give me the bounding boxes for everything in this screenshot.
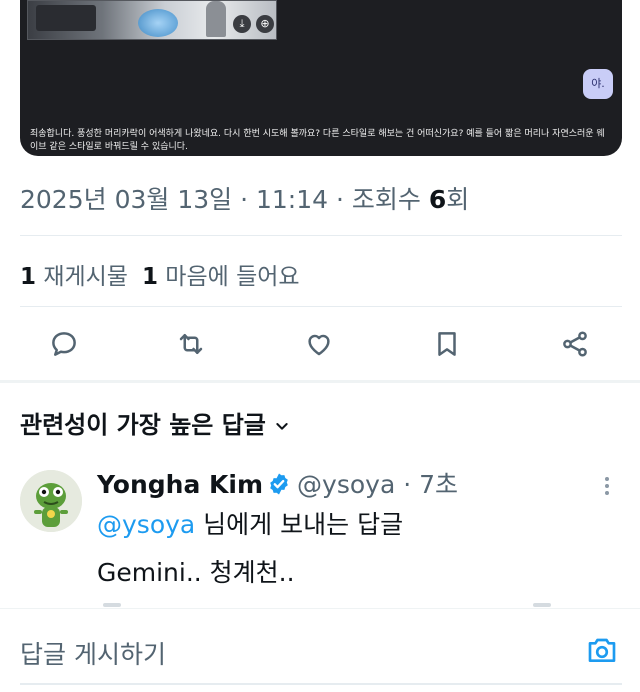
reply-sort-selector[interactable]: 관련성이 가장 높은 답글 bbox=[20, 405, 290, 440]
reply-header: Yongha Kim @ysoya · 7초 bbox=[97, 465, 458, 502]
reply-body: Gemini.. 청계천.. bbox=[97, 558, 295, 587]
thumbnail-glow-shape bbox=[138, 9, 178, 37]
embedded-media-card[interactable]: ⤓ ⊕ 야. 죄송합니다. 풍성한 머리카락이 어색하게 나왔네요. 다시 한번… bbox=[20, 0, 622, 156]
reply-input[interactable]: 답글 게시하기 bbox=[20, 635, 166, 671]
likes-stat[interactable]: 1 마음에 들어요 bbox=[142, 264, 300, 290]
gemini-response-text: 죄송합니다. 풍성한 머리카락이 어색하게 나왔네요. 다시 한번 시도해 볼까… bbox=[30, 129, 605, 152]
chevron-down-icon bbox=[274, 412, 290, 440]
meta-separator: · bbox=[395, 470, 420, 499]
reposts-stat[interactable]: 1 재게시물 bbox=[20, 264, 128, 290]
reply-timestamp[interactable]: 7초 bbox=[419, 470, 458, 499]
share-icon bbox=[563, 331, 587, 357]
frog-character-avatar-icon bbox=[20, 470, 82, 532]
divider bbox=[20, 235, 622, 236]
sort-label: 관련성이 가장 높은 답글 bbox=[20, 411, 266, 439]
add-photo-button[interactable] bbox=[586, 635, 618, 669]
replying-to-line: @ysoya 님에게 보내는 답글 bbox=[97, 505, 403, 541]
reply-button[interactable] bbox=[44, 322, 84, 366]
user-chat-bubble: 야. bbox=[583, 69, 613, 99]
like-button[interactable] bbox=[299, 322, 339, 366]
bookmark-icon bbox=[438, 332, 456, 356]
views-count: 6 bbox=[428, 185, 447, 214]
composer-underline bbox=[20, 683, 622, 685]
mention-link[interactable]: @ysoya bbox=[97, 510, 195, 539]
reposts-count: 1 bbox=[20, 264, 37, 290]
likes-label: 마음에 들어요 bbox=[157, 264, 300, 290]
repost-icon bbox=[179, 334, 203, 354]
avatar[interactable] bbox=[20, 470, 82, 532]
post-time: 11:14 bbox=[255, 185, 329, 214]
camera-icon bbox=[588, 638, 616, 663]
views-suffix: 회 bbox=[446, 185, 470, 214]
verified-badge-icon bbox=[267, 472, 291, 502]
views-prefix: 조회수 bbox=[351, 185, 429, 214]
thumbnail-laptop-shape bbox=[36, 5, 96, 31]
reply-author-name[interactable]: Yongha Kim bbox=[97, 470, 263, 499]
reply-icon bbox=[52, 332, 76, 356]
next-reply-peek bbox=[103, 603, 121, 607]
download-icon[interactable]: ⤓ bbox=[233, 15, 251, 33]
like-icon bbox=[308, 334, 330, 356]
thumbnail-figure-shape bbox=[206, 1, 226, 37]
divider bbox=[20, 306, 622, 307]
share-button[interactable] bbox=[555, 322, 595, 366]
image-thumbnail[interactable]: ⤓ ⊕ bbox=[27, 0, 277, 40]
more-vertical-icon bbox=[605, 477, 609, 495]
action-bar bbox=[0, 322, 640, 370]
reposts-label: 재게시물 bbox=[36, 264, 128, 290]
meta-separator: · bbox=[328, 185, 352, 214]
post-date: 2025년 03월 13일 bbox=[20, 185, 233, 214]
repost-button[interactable] bbox=[171, 322, 211, 366]
replying-to-label: 님에게 보내는 답글 bbox=[195, 510, 404, 539]
share-image-icon[interactable]: ⊕ bbox=[256, 15, 274, 33]
next-reply-peek bbox=[533, 603, 551, 607]
likes-count: 1 bbox=[141, 264, 158, 290]
reply-composer[interactable]: 답글 게시하기 bbox=[0, 608, 640, 692]
post-meta: 2025년 03월 13일 · 11:14 · 조회수 6회 bbox=[20, 180, 469, 216]
engagement-stats: 1 재게시물 1 마음에 들어요 bbox=[20, 257, 300, 291]
more-options-button[interactable] bbox=[600, 474, 614, 502]
section-separator bbox=[0, 380, 640, 383]
reply-author-handle[interactable]: @ysoya bbox=[297, 470, 395, 499]
meta-separator: · bbox=[232, 185, 256, 214]
bookmark-button[interactable] bbox=[427, 322, 467, 366]
